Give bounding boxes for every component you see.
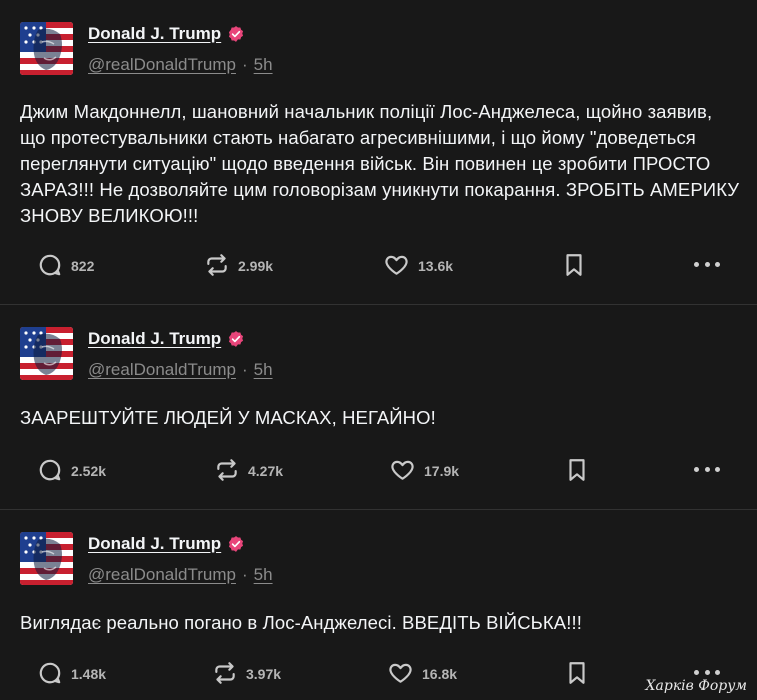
reply-button[interactable]: 1.48k [37, 660, 106, 686]
avatar[interactable] [20, 327, 73, 380]
heart-icon [385, 255, 408, 275]
post-actions: 1.48k 3.97k 16.8k [0, 658, 757, 688]
dot [715, 669, 720, 675]
author-name[interactable]: Donald J. Trump [88, 24, 221, 44]
repost-icon [215, 662, 235, 684]
like-count: 17.9k [424, 462, 460, 479]
repost-count: 4.27k [248, 462, 284, 479]
separator-dot: · [241, 55, 248, 74]
post-text: Джим Макдоннелл, шановний начальник полі… [20, 101, 740, 226]
post-timestamp[interactable]: 5h [254, 55, 273, 75]
dot [704, 669, 710, 675]
repost-icon [207, 254, 227, 276]
reply-button[interactable]: 2.52k [37, 457, 106, 483]
dot [715, 261, 720, 267]
reply-button[interactable]: 822 [37, 252, 94, 278]
repost-count: 2.99k [238, 257, 274, 274]
verified-badge-icon [229, 331, 244, 347]
reply-count: 822 [71, 257, 95, 274]
dot [715, 466, 720, 472]
repost-button[interactable]: 4.27k [214, 457, 283, 483]
dot [694, 669, 699, 675]
repost-button[interactable]: 2.99k [204, 252, 273, 278]
author-handle[interactable]: @realDonaldTrump [88, 565, 236, 585]
author-handle[interactable]: @realDonaldTrump [88, 360, 236, 380]
verified-badge-icon [229, 26, 244, 42]
repost-icon [217, 459, 237, 481]
more-options-button[interactable] [694, 666, 720, 678]
like-button[interactable]: 16.8k [387, 660, 457, 686]
bookmark-button[interactable] [566, 660, 596, 686]
comment-icon [39, 662, 61, 684]
heart-icon [389, 663, 412, 683]
watermark: Харків Форум [645, 678, 747, 694]
separator-dot: · [241, 565, 248, 584]
post-actions: 822 2.99k 13.6k [0, 250, 757, 280]
heart-icon [391, 460, 414, 480]
post-1[interactable]: Donald J. Trump @realDonaldTrump · 5h Дж… [0, 0, 757, 304]
post-3[interactable]: Donald J. Trump @realDonaldTrump · 5h Ви… [0, 510, 757, 700]
more-options-button[interactable] [694, 258, 720, 270]
post-actions: 2.52k 4.27k 17.9k [0, 455, 757, 485]
author-handle[interactable]: @realDonaldTrump [88, 55, 236, 75]
like-count: 16.8k [422, 665, 458, 682]
author-name[interactable]: Donald J. Trump [88, 329, 221, 349]
post-text: Виглядає реально погано в Лос-Анджелесі.… [20, 612, 582, 633]
like-count: 13.6k [418, 257, 454, 274]
reply-count: 1.48k [71, 665, 107, 682]
post-2[interactable]: Donald J. Trump @realDonaldTrump · 5h ЗА… [0, 305, 757, 509]
more-options-button[interactable] [694, 463, 720, 475]
avatar[interactable] [20, 532, 73, 585]
dot [694, 466, 699, 472]
dot [704, 466, 710, 472]
repost-button[interactable]: 3.97k [212, 660, 281, 686]
bookmark-button[interactable] [563, 252, 593, 278]
dot [704, 261, 710, 267]
verified-badge-icon [229, 536, 244, 552]
repost-count: 3.97k [246, 665, 282, 682]
reply-count: 2.52k [71, 462, 107, 479]
post-text: ЗААРЕШТУЙТЕ ЛЮДЕЙ У МАСКАХ, НЕГАЙНО! [20, 407, 436, 428]
separator-dot: · [241, 360, 248, 379]
author-name[interactable]: Donald J. Trump [88, 534, 221, 554]
dot [694, 261, 699, 267]
avatar[interactable] [20, 22, 73, 75]
like-button[interactable]: 13.6k [383, 252, 453, 278]
post-timestamp[interactable]: 5h [254, 360, 273, 380]
bookmark-icon [569, 459, 585, 481]
like-button[interactable]: 17.9k [389, 457, 459, 483]
bookmark-button[interactable] [566, 457, 596, 483]
post-timestamp[interactable]: 5h [254, 565, 273, 585]
bookmark-icon [569, 662, 585, 684]
comment-icon [39, 254, 61, 276]
bookmark-icon [566, 254, 582, 276]
comment-icon [39, 459, 61, 481]
